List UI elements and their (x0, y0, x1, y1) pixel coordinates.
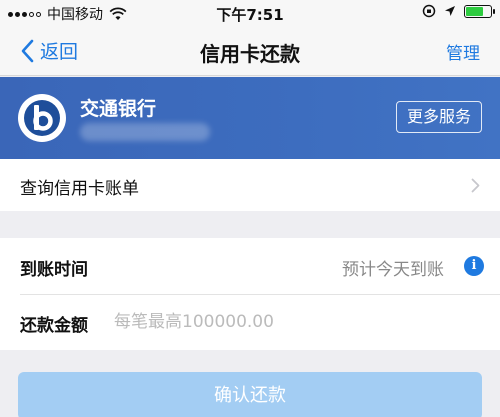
masked-card-number (80, 123, 210, 141)
nav-bar: 返回 信用卡还款 管理 (0, 28, 500, 76)
amount-row: 还款金额 (0, 294, 500, 350)
status-bar: 中国移动 下午7:51 (0, 0, 500, 28)
battery-icon (464, 4, 495, 18)
repayment-form: 到账时间 预计今天到账 i 还款金额 (0, 238, 500, 350)
page-title: 信用卡还款 (200, 42, 300, 66)
info-icon[interactable]: i (464, 256, 484, 276)
query-bill-row[interactable]: 查询信用卡账单 (0, 159, 500, 211)
more-services-button[interactable]: 更多服务 (395, 101, 482, 133)
location-icon (445, 6, 455, 16)
query-bill-label: 查询信用卡账单 (20, 179, 139, 199)
chevron-right-icon (471, 178, 480, 193)
amount-input[interactable] (114, 306, 474, 338)
bank-name: 交通银行 (80, 98, 157, 120)
confirm-repayment-button[interactable]: 确认还款 (18, 372, 482, 417)
orientation-lock-icon (422, 4, 436, 18)
bank-logo-icon (18, 94, 66, 142)
arrival-time-label: 到账时间 (20, 260, 88, 280)
status-right (422, 4, 495, 18)
arrival-time-value: 预计今天到账 (342, 260, 444, 280)
amount-label: 还款金额 (20, 316, 88, 336)
manage-button[interactable]: 管理 (446, 39, 480, 64)
bank-banner: 交通银行 更多服务 (0, 77, 500, 159)
arrival-time-row: 到账时间 预计今天到账 i (0, 238, 500, 294)
